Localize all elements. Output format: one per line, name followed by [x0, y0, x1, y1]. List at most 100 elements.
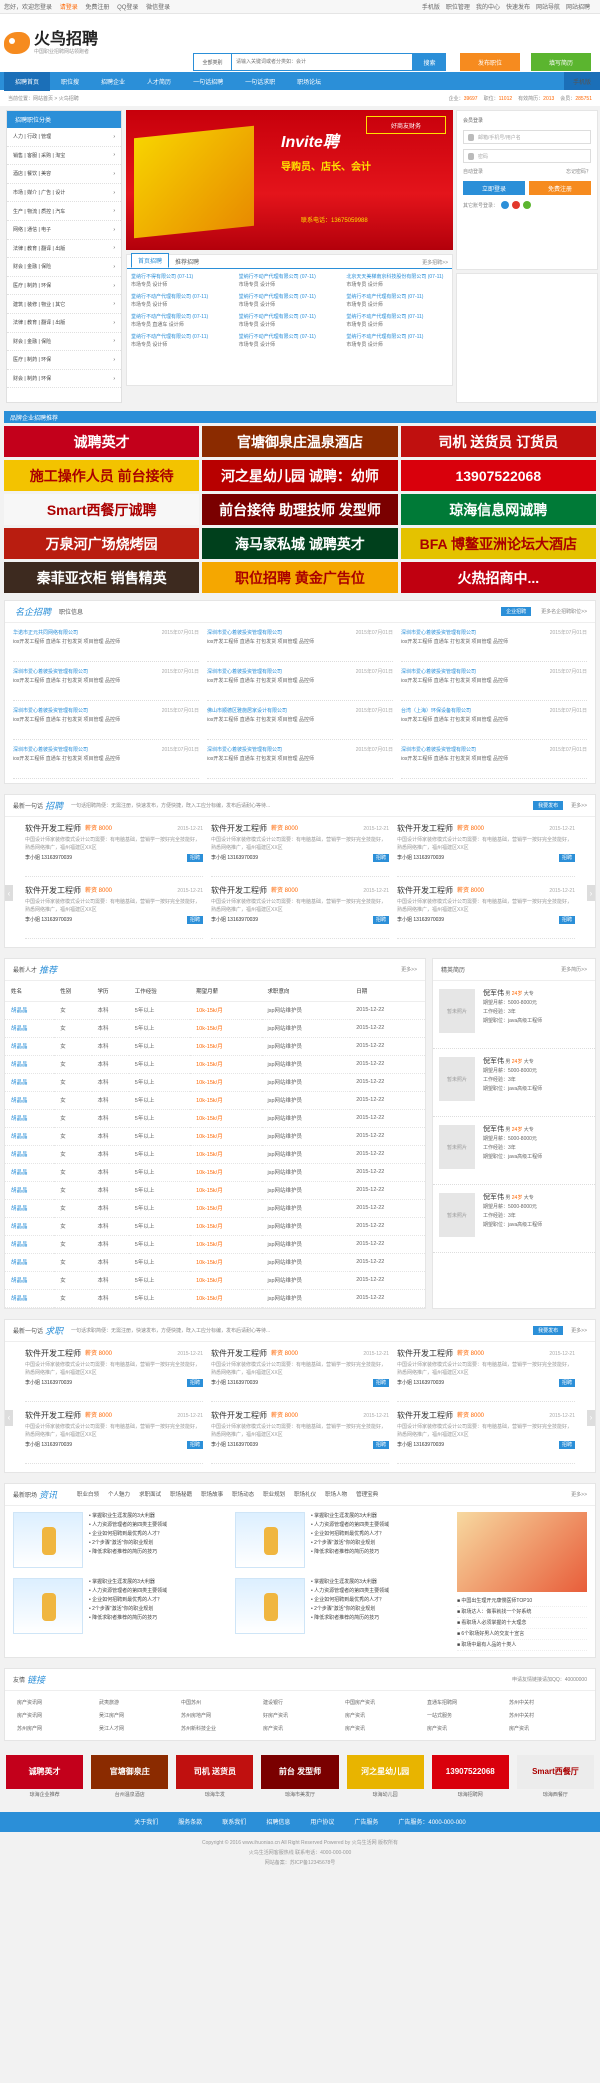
next-arrow-icon[interactable]: › — [587, 885, 595, 901]
brand-ad[interactable]: 万泉河广场烧烤园 — [4, 528, 200, 559]
nav-item-0[interactable]: 招聘首页 — [4, 71, 51, 91]
partner-logo[interactable]: 官塘御泉庄 — [91, 1754, 169, 1789]
famous-job-item[interactable]: 佛山市顺德区雅施居家设计有限公司 2015年07月01日 ios开发工程师 直通车 … — [207, 701, 393, 740]
resume-name[interactable]: 倪军伟 — [483, 990, 504, 997]
table-row[interactable]: 胡晶晶女本科 5年以上 10k-15k/月 jsp网站维护员 2015-12-22 — [5, 1199, 425, 1218]
job-title[interactable]: 软件开发工程师 — [211, 1411, 267, 1420]
quickseek-more-link[interactable]: 更多>> — [571, 1327, 587, 1334]
table-cell[interactable]: 胡晶晶 — [5, 1163, 55, 1182]
table-row[interactable]: 胡晶晶女本科 5年以上 10k-15k/月 jsp网站维护员 2015-12-22 — [5, 1289, 425, 1308]
sidebar-item[interactable]: 市场 | 媒介 | 广告 | 设计 › — [7, 184, 121, 203]
friend-link[interactable]: 苏州新科技企业 — [181, 1725, 255, 1732]
friend-link[interactable]: 中国苏州 — [181, 1699, 255, 1706]
job-tag[interactable]: 招聘 — [558, 854, 575, 862]
news-tab-4[interactable]: 职场故事 — [201, 1490, 223, 1498]
company-name[interactable]: 堂纳行不动产代理有限公司 (07-11) — [239, 293, 341, 301]
news-image[interactable] — [13, 1577, 83, 1634]
nav-item-6[interactable]: 职场论坛 — [286, 72, 332, 91]
friend-link[interactable]: 建设银行 — [263, 1699, 337, 1706]
job-tag[interactable]: 招聘 — [372, 854, 389, 862]
resume-name[interactable]: 倪军伟 — [483, 1194, 504, 1201]
footer-link-2[interactable]: 联系我们 — [222, 1817, 246, 1826]
news-image[interactable] — [235, 1511, 305, 1568]
company-name[interactable]: 堂纳行不动产代理有限公司 (07-11) — [239, 273, 341, 281]
news-tab-9[interactable]: 管理宝典 — [356, 1490, 378, 1498]
elite-resume-item[interactable]: 暂未照片 倪军伟 男 24岁 大专 期望月薪：5000-8000元 工作经验：3年 期望… — [433, 1185, 595, 1253]
table-cell[interactable]: 胡晶晶 — [5, 1073, 55, 1092]
tab-1[interactable]: 推荐招聘 — [169, 255, 205, 268]
friend-link[interactable]: 房产资讯 — [427, 1725, 501, 1732]
qq-login-link[interactable]: QQ登录 — [117, 5, 138, 11]
partner-logo-item[interactable]: 13907522068 琼海招聘网 — [431, 1754, 509, 1798]
job-title[interactable]: 软件开发工程师 — [397, 825, 453, 833]
table-row[interactable]: 胡晶晶女本科 5年以上 10k-15k/月 jsp网站维护员 2015-12-22 — [5, 1019, 425, 1038]
famous-company-name[interactable]: 深圳市爱心着彼投资管理有限公司 2015年07月01日 — [13, 746, 199, 755]
remember-checkbox[interactable]: 自动登录 — [463, 168, 483, 175]
famous-company-name[interactable]: 深圳市爱心着彼投资管理有限公司 2015年07月01日 — [401, 668, 587, 677]
top-link-3[interactable]: 快速发布 — [506, 5, 530, 11]
table-row[interactable]: 胡晶晶女本科 5年以上 10k-15k/月 jsp网站维护员 2015-12-22 — [5, 1253, 425, 1272]
partner-logo-item[interactable]: 诚聘英才 琼海企业推荐 — [6, 1754, 84, 1798]
avatar[interactable]: 暂未照片 — [439, 1057, 475, 1101]
brand-ad[interactable]: 河之星幼儿园 诚聘：幼师 — [202, 460, 398, 491]
sidebar-item[interactable]: 财会 | 金融 | 保险 › — [7, 258, 121, 277]
partner-logo-item[interactable]: 前台 发型师 琼海市美发厅 — [261, 1754, 339, 1798]
nav-mobile-link[interactable]: 手机版 — [563, 72, 600, 90]
job-title[interactable]: 软件开发工程师 — [211, 825, 267, 833]
friend-link[interactable]: 苏州房地产网 — [181, 1712, 255, 1719]
news-link[interactable]: • 人力资源管理者的第四类主要领域 — [311, 1521, 447, 1530]
partner-logo[interactable]: 13907522068 — [431, 1754, 509, 1789]
username-field[interactable]: 邮箱/手机号/用户名 — [463, 130, 591, 144]
brand-ad[interactable]: BFA 博鳌亚洲论坛大酒店 — [400, 528, 596, 559]
table-cell[interactable]: 胡晶晶 — [5, 1001, 55, 1020]
quick-job-card[interactable]: 软件开发工程师 薪资 8000 2015-12-21 中国设计师家装修模式设计公司需要… — [397, 825, 575, 877]
friend-link[interactable]: 苏州房产网 — [17, 1725, 91, 1732]
job-tag[interactable]: 招聘 — [186, 1378, 203, 1387]
friend-link[interactable]: 房产资讯 — [345, 1725, 419, 1732]
news-item[interactable]: • 掌握职业生涯发展的3大利器 • 人力资源管理者的第四类主要领域 • 企业如何招聘… — [235, 1577, 447, 1634]
famous-job-item[interactable]: 深圳市爱心着彼投资管理有限公司2015年07月01日ios开发工程师 直通车 打… — [401, 779, 587, 783]
brand-ad[interactable]: 施工操作人员 前台接待 — [4, 460, 200, 491]
sidebar-item[interactable]: 财会 | 制药 | 环保 › — [7, 370, 121, 389]
table-cell[interactable]: 胡晶晶 — [5, 1235, 55, 1254]
table-row[interactable]: 胡晶晶女本科 5年以上 10k-15k/月 jsp网站维护员 2015-12-22 — [5, 1217, 425, 1236]
top-link-0[interactable]: 手机版 — [422, 5, 440, 11]
news-tab-3[interactable]: 职场秘籍 — [170, 1490, 192, 1498]
famous-job-item[interactable]: 深圳市爱心着彼投资管理有限公司2015年07月01日ios开发工程师 直通车 打… — [401, 662, 587, 701]
news-link[interactable]: • 2个步骤“激活”你的职业规划 — [89, 1605, 225, 1614]
brand-ad[interactable]: 火热招商中... — [400, 562, 596, 593]
news-side-link[interactable]: ■ 职场达人：做事就找一个好系统 — [457, 1607, 587, 1618]
quickjob-more-link[interactable]: 更多>> — [571, 802, 587, 809]
news-link[interactable]: • 2个步骤“激活”你的职业规划 — [89, 1539, 225, 1548]
table-cell[interactable]: 胡晶晶 — [5, 1289, 55, 1308]
quick-job-card[interactable]: 软件开发工程师 薪资 8000 2015-12-21 中国设计师家装修模式设计公司需要… — [211, 887, 389, 939]
famous-company-name[interactable]: 深圳市爱心着彼投资管理有限公司 2015年07月01日 — [207, 746, 393, 755]
news-side-link[interactable]: ■ 中国出生理开元康慢医师TOP10 — [457, 1596, 587, 1607]
famous-job-item[interactable]: 深圳市爱心着彼投资管理有限公司2015年07月01日ios开发工程师 直通车 打… — [207, 662, 393, 701]
famous-job-item[interactable]: 深圳市爱心着彼投资管理有限公司2015年07月01日ios开发工程师 直通车 打… — [207, 740, 393, 779]
company-more-link[interactable]: 更多招聘>> — [418, 257, 452, 268]
sidebar-item[interactable]: 销售 | 客服 | 采购 | 淘宝 › — [7, 147, 121, 166]
table-cell[interactable]: 胡晶晶 — [5, 1271, 55, 1290]
brand-ad[interactable]: 秦菲亚衣柜 销售精英 — [4, 562, 200, 593]
table-cell[interactable]: 胡晶晶 — [5, 1199, 55, 1218]
brand-ad[interactable]: Smart西餐厅诚聘 — [4, 494, 200, 525]
job-tag[interactable]: 招聘 — [186, 916, 203, 924]
friend-link[interactable]: 一站式服务 — [427, 1712, 501, 1719]
table-row[interactable]: 胡晶晶女本科 5年以上 10k-15k/月 jsp网站维护员 2015-12-22 — [5, 1163, 425, 1182]
sidebar-item[interactable]: 酒店 | 餐饮 | 美容 › — [7, 165, 121, 184]
news-link[interactable]: • 降低求职者推荐的简历的技巧 — [311, 1614, 447, 1623]
free-register-link[interactable]: 免费注册 — [85, 5, 109, 11]
sidebar-item[interactable]: 财会 | 金融 | 保险 › — [7, 333, 121, 352]
quickseek-post-button[interactable]: 我要发布 — [533, 1325, 564, 1335]
job-title[interactable]: 软件开发工程师 — [25, 887, 81, 895]
partner-logo[interactable]: Smart西餐厅 — [516, 1754, 594, 1789]
job-tag[interactable]: 招聘 — [558, 1378, 575, 1387]
news-link[interactable]: • 企业如何招聘到最优秀的人才？ — [311, 1596, 447, 1605]
news-link[interactable]: • 企业如何招聘到最优秀的人才？ — [311, 1530, 447, 1539]
table-row[interactable]: 胡晶晶女本科 5年以上 10k-15k/月 jsp网站维护员 2015-12-22 — [5, 1073, 425, 1092]
job-title[interactable]: 软件开发工程师 — [25, 1349, 81, 1358]
table-cell[interactable]: 胡晶晶 — [5, 1055, 55, 1074]
friend-link[interactable]: 房产资讯网 — [17, 1712, 91, 1719]
elite-resume-item[interactable]: 暂未照片 倪军伟 男 24岁 大专 期望月薪：5000-8000元 工作经验：3年 期望… — [433, 1049, 595, 1117]
